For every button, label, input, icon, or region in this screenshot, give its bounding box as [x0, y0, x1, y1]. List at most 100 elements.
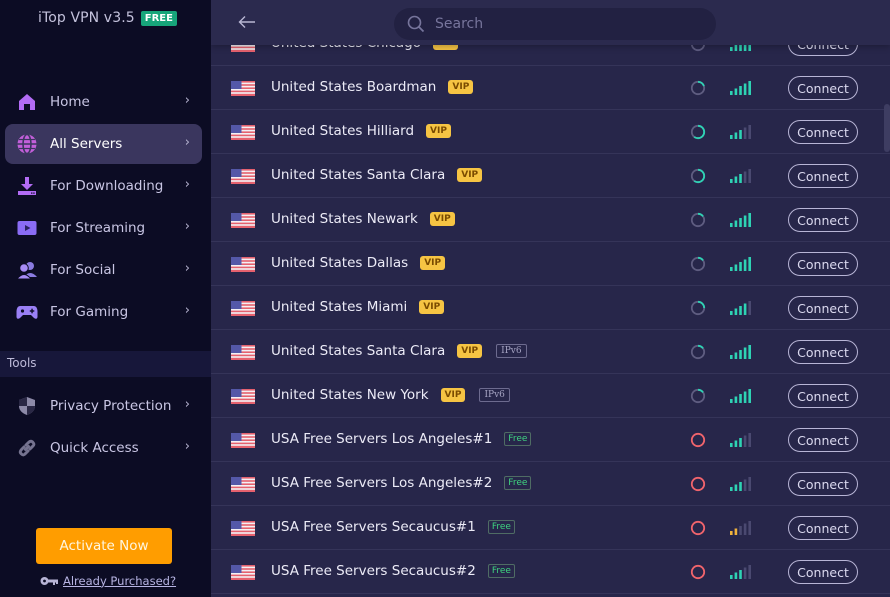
signal-bar	[739, 306, 742, 315]
server-list-panel: United States Chicago VIP Connect United…	[211, 0, 890, 597]
sidebar-item-quick-access[interactable]: Quick Access ›	[5, 428, 202, 468]
signal-bar	[734, 308, 738, 315]
home-icon	[16, 91, 38, 113]
signal-bar	[743, 127, 747, 139]
server-row[interactable]: USA Free Servers Los Angeles#2 Free Conn…	[211, 462, 890, 506]
sidebar-item-for-gaming[interactable]: For Gaming ›	[5, 292, 202, 332]
sidebar-item-label: Quick Access	[50, 440, 139, 456]
signal-bar	[734, 176, 738, 183]
signal-strength-icon	[730, 476, 754, 491]
search-input[interactable]	[435, 16, 685, 32]
sidebar-item-for-downloading[interactable]: For Downloading ›	[5, 166, 202, 206]
signal-bar	[739, 526, 742, 535]
signal-bar	[730, 487, 733, 491]
connect-button[interactable]: Connect	[788, 428, 858, 452]
scrollbar-thumb[interactable]	[884, 104, 890, 152]
signal-strength-icon	[730, 256, 754, 271]
signal-bar	[748, 125, 751, 139]
us-flag-icon	[231, 301, 255, 316]
server-load-indicator	[690, 124, 706, 140]
connect-button[interactable]: Connect	[788, 472, 858, 496]
server-load-indicator	[690, 300, 706, 316]
signal-bar	[734, 484, 738, 491]
signal-bar	[743, 567, 747, 579]
sidebar-item-label: For Gaming	[50, 304, 129, 320]
signal-bar	[730, 311, 733, 315]
signal-bar	[748, 345, 751, 359]
connect-button[interactable]: Connect	[788, 76, 858, 100]
server-name: United States Hilliard	[271, 123, 415, 139]
connect-button[interactable]: Connect	[788, 384, 858, 408]
free-badge: Free	[504, 476, 532, 490]
signal-strength-icon	[730, 520, 754, 535]
server-load-indicator	[690, 476, 706, 492]
sidebar-item-home[interactable]: Home ›	[5, 82, 202, 122]
search-icon	[407, 15, 425, 33]
chevron-right-icon: ›	[184, 261, 190, 276]
server-row[interactable]: United States Santa Clara VIP IPv6 Connec…	[211, 330, 890, 374]
activate-now-button[interactable]: Activate Now	[36, 528, 172, 564]
signal-bar	[748, 81, 751, 95]
server-load-indicator	[690, 256, 706, 272]
server-row[interactable]: United States Newark VIP Connect	[211, 198, 890, 242]
server-row[interactable]: United States Santa Clara VIP Connect	[211, 154, 890, 198]
back-button[interactable]	[235, 11, 259, 33]
gamepad-icon	[16, 301, 38, 323]
signal-strength-icon	[730, 344, 754, 359]
sidebar-item-for-social[interactable]: For Social ›	[5, 250, 202, 290]
signal-bar	[739, 394, 742, 403]
connect-button[interactable]: Connect	[788, 516, 858, 540]
signal-strength-icon	[730, 80, 754, 95]
brand: iTop VPN v3.5 FREE	[38, 10, 177, 26]
vip-badge: VIP	[420, 256, 446, 270]
server-row[interactable]: USA Free Servers Secaucus#1 Free Connect	[211, 506, 890, 550]
connect-button[interactable]: Connect	[788, 340, 858, 364]
server-row[interactable]: USA Free Servers Los Angeles#1 Free Conn…	[211, 418, 890, 462]
vip-badge: VIP	[448, 80, 474, 94]
connect-button[interactable]: Connect	[788, 120, 858, 144]
server-name: United States Miami	[271, 299, 408, 315]
sidebar-item-privacy-protection[interactable]: Privacy Protection ›	[5, 386, 202, 426]
server-load-indicator	[690, 80, 706, 96]
signal-bar	[730, 531, 733, 535]
sidebar-item-for-streaming[interactable]: For Streaming ›	[5, 208, 202, 248]
connect-button[interactable]: Connect	[788, 296, 858, 320]
edition-badge: FREE	[140, 10, 177, 26]
signal-bar	[739, 482, 742, 491]
server-row[interactable]: United States Boardman VIP Connect	[211, 66, 890, 110]
connect-button[interactable]: Connect	[788, 164, 858, 188]
users-icon	[16, 259, 38, 281]
chevron-right-icon: ›	[184, 397, 190, 412]
us-flag-icon	[231, 433, 255, 448]
signal-bar	[730, 135, 733, 139]
server-row[interactable]: United States New York VIP IPv6 Connect	[211, 374, 890, 418]
connect-button[interactable]: Connect	[788, 560, 858, 584]
server-name: United States New York	[271, 387, 429, 403]
server-row[interactable]: United States Dallas VIP Connect	[211, 242, 890, 286]
load-ring-track	[690, 476, 706, 492]
sidebar: iTop VPN v3.5 FREE Home › All Servers ›	[0, 0, 211, 597]
signal-bar	[730, 223, 733, 227]
vip-badge: VIP	[419, 300, 445, 314]
server-row[interactable]: USA Free Servers Secaucus#2 Free Connect	[211, 550, 890, 594]
sidebar-item-all-servers[interactable]: All Servers ›	[5, 124, 202, 164]
connect-button[interactable]: Connect	[788, 208, 858, 232]
chevron-right-icon: ›	[184, 177, 190, 192]
server-row[interactable]: United States Miami VIP Connect	[211, 286, 890, 330]
already-purchased-link[interactable]: Already Purchased?	[63, 574, 176, 588]
server-name: United States Newark	[271, 211, 418, 227]
link-icon	[16, 437, 38, 459]
signal-bar	[734, 572, 738, 579]
signal-bar	[739, 570, 742, 579]
connect-button[interactable]: Connect	[788, 252, 858, 276]
server-name: United States Santa Clara	[271, 343, 446, 359]
signal-bar	[734, 88, 738, 95]
signal-bar	[748, 477, 751, 491]
server-row[interactable]: United States Hilliard VIP Connect	[211, 110, 890, 154]
signal-bar	[743, 171, 747, 183]
free-badge: Free	[487, 520, 515, 534]
server-tags: Free	[504, 432, 532, 446]
server-tags: VIP	[420, 256, 446, 270]
signal-strength-icon	[730, 388, 754, 403]
server-tags: VIP	[429, 212, 455, 226]
